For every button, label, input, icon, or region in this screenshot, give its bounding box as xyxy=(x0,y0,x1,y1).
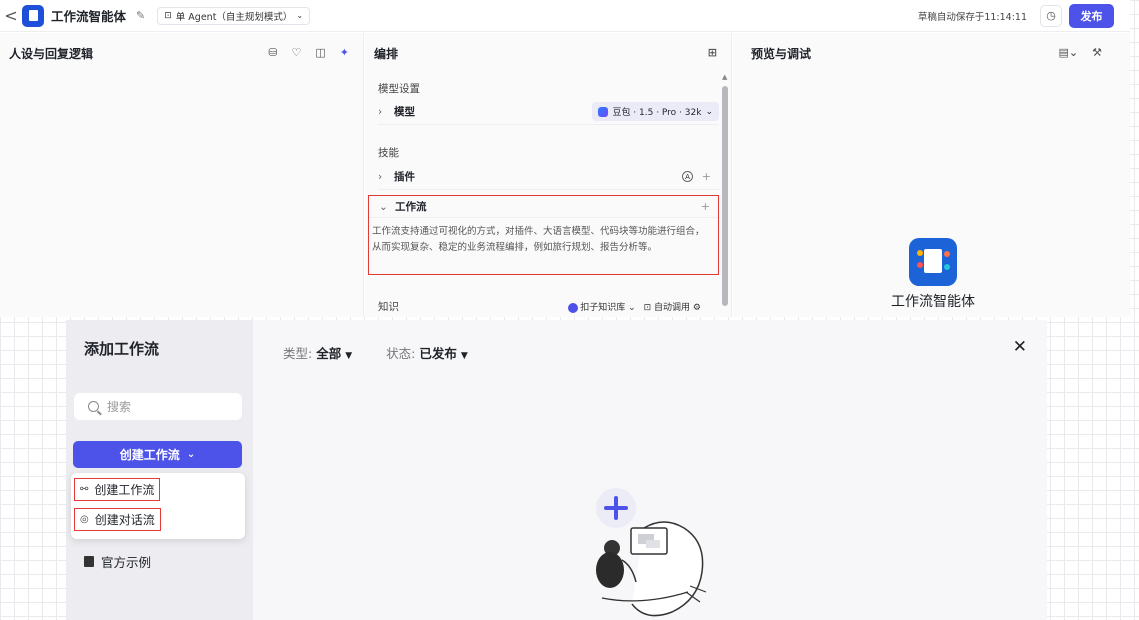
add-workflow-icon[interactable]: + xyxy=(701,200,710,213)
workflow-section-highlight: ⌄ 工作流 + 工作流支持通过可视化的方式，对插件、大语言模型、代码块等功能进行… xyxy=(368,195,719,275)
scroll-up-icon[interactable]: ▲ xyxy=(722,73,727,81)
orchestration-header: 编排 ⊞ xyxy=(365,33,731,73)
skills-section-label: 技能 xyxy=(378,147,399,159)
model-value: 豆包 · 1.5 · Pro · 32k xyxy=(612,108,702,118)
persona-panel-title: 人设与回复逻辑 xyxy=(9,46,94,61)
official-examples-label: 官方示例 xyxy=(101,555,152,570)
preview-panel: 预览与调试 ▤⌄ ⚒ 工作流智能体 xyxy=(733,33,1130,317)
chevron-right-icon: › xyxy=(378,170,383,183)
agent-editor-screenshot: < 工作流智能体 ✎ ⊡ 单 Agent（自主规划模式） ⌄ 草稿自动保存于11… xyxy=(0,0,1130,317)
caret-down-icon: ▼ xyxy=(460,351,468,361)
kb-selector[interactable]: 扣子知识库 ⌄ xyxy=(568,300,636,313)
persona-toolbar: ⛁ ♡ ◫ ✦ xyxy=(268,46,349,59)
model-section-label: 模型设置 xyxy=(378,83,420,95)
back-icon[interactable]: < xyxy=(0,6,22,25)
expand-icon[interactable]: ◫ xyxy=(315,46,325,59)
auto-call-icon: ⊡ xyxy=(643,303,652,313)
modal-title: 添加工作流 xyxy=(84,340,160,358)
agent-avatar-icon xyxy=(909,238,957,286)
model-selector[interactable]: 豆包 · 1.5 · Pro · 32k ⌄ xyxy=(592,102,719,121)
scrollbar[interactable]: ▲ xyxy=(722,73,728,317)
create-workflow-button[interactable]: 创建工作流 ⌄ xyxy=(73,441,242,468)
kb-value: 扣子知识库 xyxy=(580,303,626,313)
workflow-row-label: 工作流 xyxy=(395,201,427,213)
kb-logo-icon xyxy=(568,302,579,313)
chevron-down-icon: ⌄ xyxy=(705,106,713,117)
scrollbar-thumb[interactable] xyxy=(722,86,728,306)
status-filter-value: 已发布 xyxy=(419,346,457,361)
preview-toolbar: ▤⌄ ⚒ xyxy=(1059,46,1103,59)
history-icon[interactable]: ◷ xyxy=(1040,4,1062,27)
chevron-down-icon: ⌄ xyxy=(186,449,196,460)
top-bar: < 工作流智能体 ✎ ⊡ 单 Agent（自主规划模式） ⌄ 草稿自动保存于11… xyxy=(0,0,1130,32)
add-plugin-icon[interactable]: + xyxy=(702,170,711,183)
caret-down-icon: ▼ xyxy=(345,351,353,361)
chevron-down-icon: ⌄ xyxy=(296,11,304,20)
plugin-row[interactable]: › 插件 A + xyxy=(378,164,719,190)
agent-mode-label: 单 Agent（自主规划模式） xyxy=(175,11,293,23)
create-workflow-label: 创建工作流 xyxy=(119,448,180,462)
preview-title: 预览与调试 xyxy=(751,46,812,61)
app-icon xyxy=(22,4,44,27)
create-chatflow-item[interactable]: ◎ 创建对话流 xyxy=(74,508,161,531)
auto-icon[interactable]: A xyxy=(682,171,693,182)
search-icon xyxy=(88,401,99,412)
add-workflow-modal: 添加工作流 搜索 创建工作流 ⌄ ⚯ 创建工作流 ◎ 创建对话流 官方示例 类型… xyxy=(66,320,1047,620)
book-icon xyxy=(84,556,94,567)
agent-mode-selector[interactable]: ⊡ 单 Agent（自主规划模式） ⌄ xyxy=(157,6,311,25)
orchestration-toolbar: ⊞ xyxy=(708,46,717,59)
app-title: 工作流智能体 xyxy=(51,9,127,24)
create-workflow-item[interactable]: ⚯ 创建工作流 xyxy=(74,478,161,501)
persona-panel-header: 人设与回复逻辑 ⛁ ♡ ◫ ✦ xyxy=(0,33,363,73)
model-row-label: 模型 xyxy=(394,106,415,118)
official-examples-item[interactable]: 官方示例 xyxy=(84,552,151,571)
type-filter-value: 全部 xyxy=(316,346,342,361)
debug-menu-icon[interactable]: ▤⌄ xyxy=(1059,46,1079,59)
persona-panel: 人设与回复逻辑 ⛁ ♡ ◫ ✦ xyxy=(0,33,364,317)
plugin-row-label: 插件 xyxy=(394,171,415,183)
empty-state-illustration xyxy=(596,488,707,617)
type-filter[interactable]: 类型: 全部 ▼ xyxy=(283,343,352,362)
search-placeholder: 搜索 xyxy=(107,400,132,414)
settings-icon[interactable]: ⚙ xyxy=(693,303,701,313)
edit-icon[interactable]: ✎ xyxy=(136,9,145,22)
model-row[interactable]: › 模型 豆包 · 1.5 · Pro · 32k ⌄ xyxy=(378,99,719,125)
agent-name: 工作流智能体 xyxy=(891,294,975,310)
agent-mode-icon: ⊡ xyxy=(164,10,172,21)
auto-call-label: 自动调用 xyxy=(654,303,691,313)
template-icon[interactable]: ⛁ xyxy=(268,46,277,59)
agent-preview: 工作流智能体 xyxy=(883,238,983,311)
chevron-down-icon: ⌄ xyxy=(379,200,388,213)
orchestration-panel: 编排 ⊞ 模型设置 › 模型 豆包 · 1.5 · Pro · 32k ⌄ 技能… xyxy=(365,33,732,317)
filter-bar: 类型: 全部 ▼ 状态: 已发布 ▼ xyxy=(283,343,468,362)
workflow-icon: ⚯ xyxy=(80,484,89,495)
sparkle-icon[interactable]: ✦ xyxy=(340,46,349,59)
preview-header: 预览与调试 ▤⌄ ⚒ xyxy=(733,33,1130,73)
knowledge-controls: 扣子知识库 ⌄ ⊡ 自动调用 ⚙ xyxy=(568,300,701,313)
create-workflow-item-label: 创建工作流 xyxy=(94,483,155,497)
wrench-icon[interactable]: ⚒ xyxy=(1092,46,1102,59)
status-filter[interactable]: 状态: 已发布 ▼ xyxy=(386,343,468,362)
chevron-right-icon: › xyxy=(378,105,383,118)
orchestration-title: 编排 xyxy=(374,46,399,61)
workflow-description: 工作流支持通过可视化的方式，对插件、大语言模型、代码块等功能进行组合，从而实现复… xyxy=(372,226,705,253)
auto-call-toggle[interactable]: ⊡ 自动调用 ⚙ xyxy=(644,300,701,313)
workflow-row[interactable]: ⌄ 工作流 + xyxy=(369,196,718,218)
publish-button[interactable]: 发布 xyxy=(1069,3,1114,28)
status-filter-label: 状态: xyxy=(386,346,416,361)
bulb-icon[interactable]: ♡ xyxy=(292,46,302,59)
doubao-logo-icon xyxy=(598,106,609,117)
modal-sidebar: 添加工作流 搜索 创建工作流 ⌄ ⚯ 创建工作流 ◎ 创建对话流 官方示例 xyxy=(66,320,253,620)
chat-icon: ◎ xyxy=(80,514,89,525)
search-input[interactable]: 搜索 xyxy=(74,393,242,420)
close-icon[interactable]: ✕ xyxy=(1013,337,1027,357)
create-chatflow-item-label: 创建对话流 xyxy=(94,513,155,527)
type-filter-label: 类型: xyxy=(283,346,313,361)
layout-icon[interactable]: ⊞ xyxy=(708,46,717,59)
knowledge-row: 知识 扣子知识库 ⌄ ⊡ 自动调用 ⚙ xyxy=(378,299,701,314)
knowledge-section-label: 知识 xyxy=(378,301,399,313)
save-status: 草稿自动保存于11:14:11 xyxy=(917,11,1027,23)
create-dropdown: ⚯ 创建工作流 ◎ 创建对话流 xyxy=(71,473,245,539)
